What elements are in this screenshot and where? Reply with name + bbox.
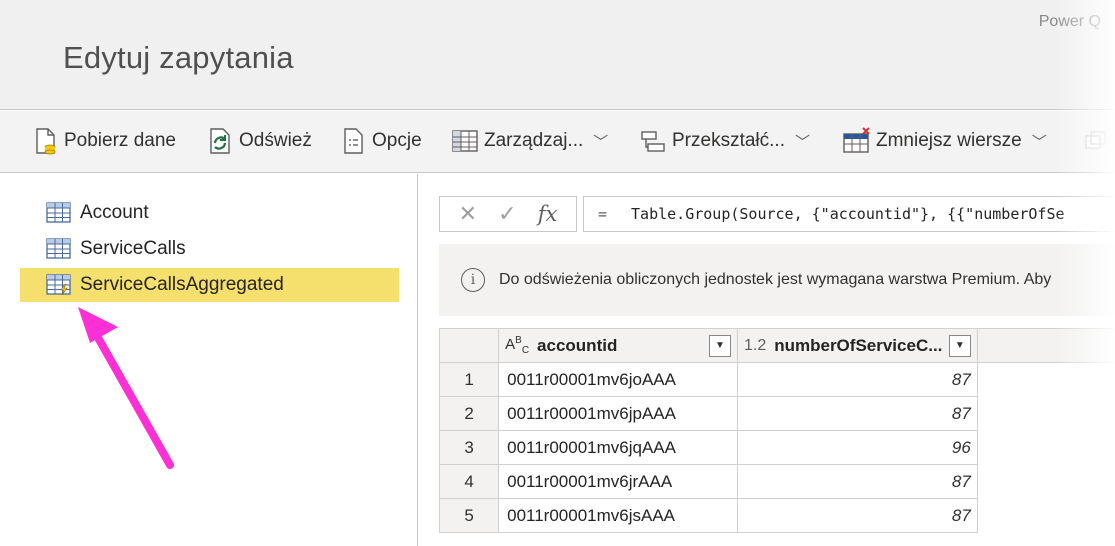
cell-accountid[interactable]: 0011r00001mv6jqAAA	[498, 430, 738, 465]
manage-table-icon	[450, 126, 480, 156]
cell-value[interactable]: 87	[736, 396, 978, 431]
refresh-icon	[205, 126, 235, 156]
column-header-numberofservicecalls[interactable]: 1.2 numberOfServiceC... ▼	[736, 328, 978, 363]
query-item-account[interactable]: Account	[20, 196, 399, 230]
reduce-rows-icon	[842, 126, 872, 156]
query-item-servicecalls[interactable]: ServiceCalls	[20, 232, 399, 266]
info-message: Do odświeżenia obliczonych jednostek jes…	[499, 271, 1052, 288]
cancel-icon[interactable]: ✕	[459, 201, 477, 227]
data-preview-pane: ✕ ✓ fx = Table.Group(Source, {"accountid…	[419, 174, 1115, 546]
row-filler	[977, 499, 1115, 533]
header-row: ABC accountid ▼ 1.2 numberOfServiceC... …	[438, 328, 1115, 363]
filter-dropdown-icon[interactable]: ▼	[708, 334, 731, 357]
cell-value[interactable]: 87	[736, 498, 978, 533]
options-icon	[338, 126, 368, 156]
table-icon	[46, 202, 72, 224]
empty-header	[976, 328, 1115, 363]
cell-accountid[interactable]: 0011r00001mv6jsAAA	[498, 498, 738, 533]
table-row: 4 0011r00001mv6jrAAA 87	[438, 464, 1115, 499]
transform-dropdown[interactable]: Przekształć... ﹀	[638, 123, 810, 159]
cell-accountid[interactable]: 0011r00001mv6jrAAA	[498, 464, 738, 499]
text-type-icon[interactable]: ABC	[505, 335, 529, 356]
options-label: Opcje	[372, 130, 422, 151]
refresh-label: Odśwież	[239, 130, 312, 151]
query-item-servicecallsaggregated[interactable]: ServiceCallsAggregated	[20, 268, 399, 302]
row-number[interactable]: 3	[438, 430, 500, 465]
column-name: accountid	[537, 335, 618, 355]
formula-bar[interactable]: = Table.Group(Source, {"accountid"}, {{"…	[583, 196, 1115, 232]
cell-value[interactable]: 87	[736, 362, 978, 397]
data-grid: ABC accountid ▼ 1.2 numberOfServiceC... …	[438, 328, 1115, 533]
filter-dropdown-icon[interactable]: ▼	[948, 334, 971, 357]
table-icon	[46, 238, 72, 260]
grid-corner[interactable]	[438, 328, 500, 363]
query-name: ServiceCallsAggregated	[80, 274, 284, 295]
column-name: numberOfServiceC...	[774, 335, 943, 355]
column-header-accountid[interactable]: ABC accountid ▼	[498, 328, 738, 363]
transform-icon	[638, 126, 668, 156]
row-number[interactable]: 5	[438, 498, 500, 533]
page-title: Edytuj zapytania	[63, 40, 294, 75]
formula-actions: ✕ ✓ fx	[439, 196, 577, 232]
cell-accountid[interactable]: 0011r00001mv6joAAA	[498, 362, 738, 397]
chevron-down-icon: ﹀	[593, 133, 609, 151]
formula-text: Table.Group(Source, {"accountid"}, {{"nu…	[631, 205, 1065, 223]
table-row: 2 0011r00001mv6jpAAA 87	[438, 396, 1115, 431]
row-number[interactable]: 4	[438, 464, 500, 499]
table-row: 1 0011r00001mv6joAAA 87	[438, 362, 1115, 397]
info-icon: i	[461, 268, 485, 292]
row-number[interactable]: 1	[438, 362, 500, 397]
chevron-down-icon: ﹀	[794, 133, 810, 151]
decimal-type-icon[interactable]: 1.2	[744, 337, 766, 355]
get-data-label: Pobierz dane	[64, 130, 176, 151]
fx-icon[interactable]: fx	[538, 202, 558, 226]
manage-dropdown[interactable]: Zarządzaj... ﹀	[450, 123, 608, 159]
row-filler	[977, 363, 1115, 397]
cell-value[interactable]: 87	[736, 464, 978, 499]
row-filler	[977, 465, 1115, 499]
query-name: Account	[80, 202, 149, 223]
cell-accountid[interactable]: 0011r00001mv6jpAAA	[498, 396, 738, 431]
reduce-rows-dropdown[interactable]: Zmniejsz wiersze ﹀	[842, 123, 1047, 159]
more-ribbon-button[interactable]	[1082, 123, 1115, 159]
query-name: ServiceCalls	[80, 238, 186, 259]
transform-label: Przekształć...	[672, 130, 785, 151]
options-button[interactable]: Opcje	[338, 123, 422, 159]
query-editor-window: Power Q Edytuj zapytania Pobierz dane Od…	[0, 0, 1115, 546]
table-row: 3 0011r00001mv6jqAAA 96	[438, 430, 1115, 465]
copy-icon	[1082, 126, 1112, 156]
document-icon	[30, 126, 60, 156]
queries-pane: Account ServiceCalls ServiceCallsAggrega…	[0, 174, 418, 546]
cell-value[interactable]: 96	[736, 430, 978, 465]
computed-table-icon	[46, 274, 72, 296]
row-filler	[977, 397, 1115, 431]
get-data-button[interactable]: Pobierz dane	[30, 123, 176, 159]
check-icon[interactable]: ✓	[498, 201, 516, 227]
refresh-button[interactable]: Odśwież	[205, 123, 312, 159]
annotation-arrow	[78, 307, 174, 469]
table-row: 5 0011r00001mv6jsAAA 87	[438, 498, 1115, 533]
info-banner: i Do odświeżenia obliczonych jednostek j…	[439, 244, 1115, 316]
manage-label: Zarządzaj...	[484, 130, 584, 151]
app-name: Power Q	[1038, 13, 1101, 30]
chevron-down-icon: ﹀	[1031, 133, 1047, 151]
ribbon-toolbar: Pobierz dane Odśwież Opcje Zarządzaj... …	[0, 111, 1115, 173]
title-bar: Power Q Edytuj zapytania	[0, 0, 1115, 110]
row-number[interactable]: 2	[438, 396, 500, 431]
reduce-rows-label: Zmniejsz wiersze	[876, 130, 1022, 151]
equals-sign: =	[598, 205, 608, 223]
row-filler	[977, 431, 1115, 465]
